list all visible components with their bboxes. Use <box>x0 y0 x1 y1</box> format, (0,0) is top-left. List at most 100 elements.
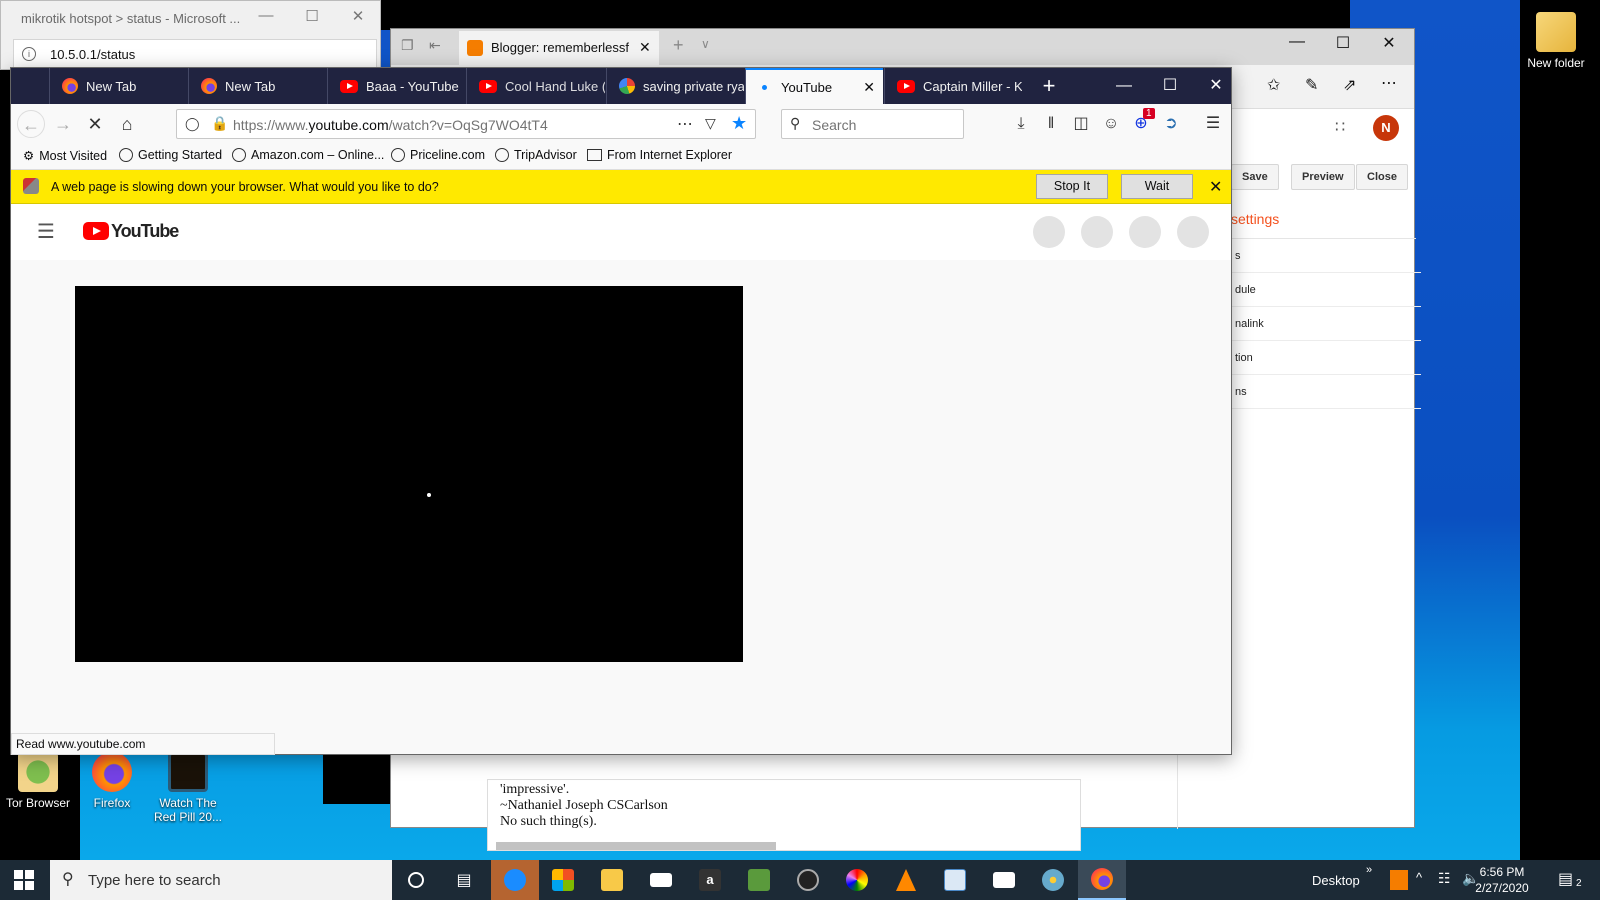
video-player[interactable] <box>75 286 743 662</box>
account-icon[interactable]: ☺ <box>1099 112 1123 136</box>
bookmark-amazon[interactable]: Amazon.com – Online... <box>232 148 384 162</box>
maximize-button[interactable]: ☐ <box>1147 68 1193 104</box>
settings-row[interactable]: tion <box>1231 341 1421 375</box>
taskbar-search-box[interactable]: ⚲ Type here to search <box>50 860 392 900</box>
tracking-protection-shield-icon[interactable]: ◯ <box>185 116 200 132</box>
settings-row[interactable]: dule <box>1231 273 1421 307</box>
tab-youtube-active[interactable]: YouTube ✕ <box>745 68 883 104</box>
taskbar-app-tripadvisor[interactable] <box>735 860 783 900</box>
placeholder-button[interactable] <box>1177 216 1209 248</box>
set-aside-tabs-icon[interactable]: ⇤ <box>429 37 441 54</box>
wait-button[interactable]: Wait <box>1121 174 1193 199</box>
tab-preview-icon[interactable]: ❐ <box>401 37 414 54</box>
cortana-button[interactable] <box>392 860 440 900</box>
close-notification-icon[interactable]: ✕ <box>1209 177 1222 197</box>
action-center-icon[interactable]: ▤ <box>1558 869 1573 889</box>
desktop-icon-tor-browser[interactable]: Tor Browser <box>0 752 76 810</box>
desktop-icon-new-folder[interactable]: New folder <box>1518 12 1594 70</box>
new-tab-button[interactable]: + <box>1026 68 1072 104</box>
network-icon[interactable]: ☷ <box>1438 870 1451 887</box>
bookmark-priceline[interactable]: Priceline.com <box>391 148 485 162</box>
sidebar-icon[interactable]: ◫ <box>1069 112 1093 136</box>
guide-menu-icon[interactable]: ☰ <box>37 219 55 244</box>
youtube-logo-text[interactable]: YouTube <box>111 221 179 242</box>
close-button[interactable]: ✕ <box>1366 33 1412 61</box>
new-tab-button[interactable]: + <box>673 35 684 56</box>
horizontal-scrollbar[interactable] <box>496 842 776 850</box>
more-icon[interactable]: ⋯ <box>1381 73 1397 93</box>
taskbar-app-amazon[interactable]: a <box>686 860 734 900</box>
hamburger-menu-icon[interactable]: ☰ <box>1201 112 1225 136</box>
settings-row[interactable]: s <box>1231 239 1421 273</box>
minimize-button[interactable]: — <box>251 7 281 29</box>
bookmark-getting-started[interactable]: Getting Started <box>119 148 222 162</box>
search-box[interactable]: ⚲ Search <box>781 109 964 139</box>
windows-start-icon[interactable] <box>14 870 34 890</box>
show-hidden-icons-chevron[interactable]: ^ <box>1416 870 1422 885</box>
close-tab-icon[interactable]: ✕ <box>863 79 875 96</box>
close-button[interactable]: ✕ <box>1193 68 1239 104</box>
system-clock[interactable]: 6:56 PM 2/27/2020 <box>1462 864 1542 896</box>
taskbar-app-vlc[interactable] <box>882 860 930 900</box>
close-tab-icon[interactable]: ✕ <box>639 39 651 56</box>
back-button[interactable]: ← <box>17 110 45 138</box>
maximize-button[interactable]: ☐ <box>297 7 327 29</box>
desktop-toolbar-label[interactable]: Desktop <box>1312 873 1360 888</box>
youtube-logo-icon[interactable] <box>83 222 109 240</box>
library-icon[interactable]: ‖ <box>1039 112 1063 136</box>
save-button[interactable]: Save <box>1231 164 1279 190</box>
edge-window-mikrotik[interactable]: mikrotik hotspot > status - Microsoft ..… <box>0 0 381 71</box>
maximize-button[interactable]: ☐ <box>1320 33 1366 61</box>
toolbar-expand-icon[interactable]: » <box>1366 864 1372 876</box>
pocket-icon[interactable]: ▽ <box>705 115 716 132</box>
taskbar-app-paint[interactable] <box>1029 860 1077 900</box>
minimize-button[interactable]: — <box>1101 68 1147 104</box>
placeholder-button[interactable] <box>1129 216 1161 248</box>
lock-icon[interactable]: 🔒 <box>211 115 228 132</box>
taskbar-app-wordpad[interactable] <box>931 860 979 900</box>
close-button[interactable]: ✕ <box>343 7 373 29</box>
taskbar-app-camera-circle[interactable] <box>784 860 832 900</box>
tab-baaa-youtube[interactable]: Baaa - YouTube <box>327 68 465 104</box>
post-editor[interactable]: 'impressive'. ~Nathaniel Joseph CSCarlso… <box>487 779 1081 851</box>
bookmark-tripadvisor[interactable]: TripAdvisor <box>495 148 577 162</box>
taskbar-app-mail[interactable] <box>637 860 685 900</box>
preview-button[interactable]: Preview <box>1291 164 1355 190</box>
tab-new-tab[interactable]: New Tab <box>188 68 326 104</box>
notes-pen-icon[interactable]: ✎ <box>1305 75 1318 95</box>
tab-saving-private-ryan[interactable]: saving private ryan <box>606 68 744 104</box>
bookmark-folder-from-ie[interactable]: From Internet Explorer <box>587 148 732 162</box>
stop-loading-button[interactable]: ✕ <box>81 110 109 138</box>
favorites-icon[interactable]: ✩ <box>1267 75 1280 95</box>
taskbar-app-firefox[interactable] <box>1078 860 1126 900</box>
home-button[interactable]: ⌂ <box>113 110 141 138</box>
url-bar[interactable]: ◯ 🔒 https://www.youtube.com/watch?v=OqSg… <box>176 109 756 139</box>
minimize-button[interactable]: — <box>1274 33 1320 61</box>
avatar[interactable]: N <box>1373 115 1399 141</box>
forward-button[interactable]: → <box>49 110 77 138</box>
tab-new-tab[interactable]: New Tab <box>49 68 187 104</box>
share-icon[interactable]: ⇗ <box>1343 75 1356 95</box>
tab-cool-hand-luke[interactable]: Cool Hand Luke (1 <box>466 68 605 104</box>
close-editor-button[interactable]: Close <box>1356 164 1408 190</box>
downloads-icon[interactable]: ⤓ <box>1009 112 1033 136</box>
desktop-icon-firefox[interactable]: Firefox <box>74 752 150 810</box>
taskbar-app-edge[interactable] <box>491 860 539 900</box>
tab-captain-miller[interactable]: Captain Miller - Ke <box>884 68 1022 104</box>
tray-app-icon[interactable] <box>1390 870 1408 890</box>
stop-it-button[interactable]: Stop It <box>1036 174 1108 199</box>
firefox-window[interactable]: New Tab New Tab Baaa - YouTube Cool Hand… <box>10 67 1232 755</box>
apps-grid-icon[interactable]: ∷ <box>1335 117 1345 137</box>
settings-row[interactable]: nalink <box>1231 307 1421 341</box>
page-actions-icon[interactable]: ⋯ <box>677 114 693 134</box>
placeholder-button[interactable] <box>1081 216 1113 248</box>
placeholder-button[interactable] <box>1033 216 1065 248</box>
task-view-button[interactable]: ▤ <box>440 860 488 900</box>
desktop-icon-red-pill-video[interactable]: Watch The Red Pill 20... <box>150 752 226 824</box>
taskbar-app-color[interactable] <box>833 860 881 900</box>
bookmark-most-visited[interactable]: ⚙ Most Visited <box>23 148 107 164</box>
settings-row[interactable]: ns <box>1231 375 1421 409</box>
chevron-down-icon[interactable]: ∨ <box>701 37 710 51</box>
taskbar-app-camera[interactable] <box>980 860 1028 900</box>
taskbar-app-store[interactable] <box>539 860 587 900</box>
